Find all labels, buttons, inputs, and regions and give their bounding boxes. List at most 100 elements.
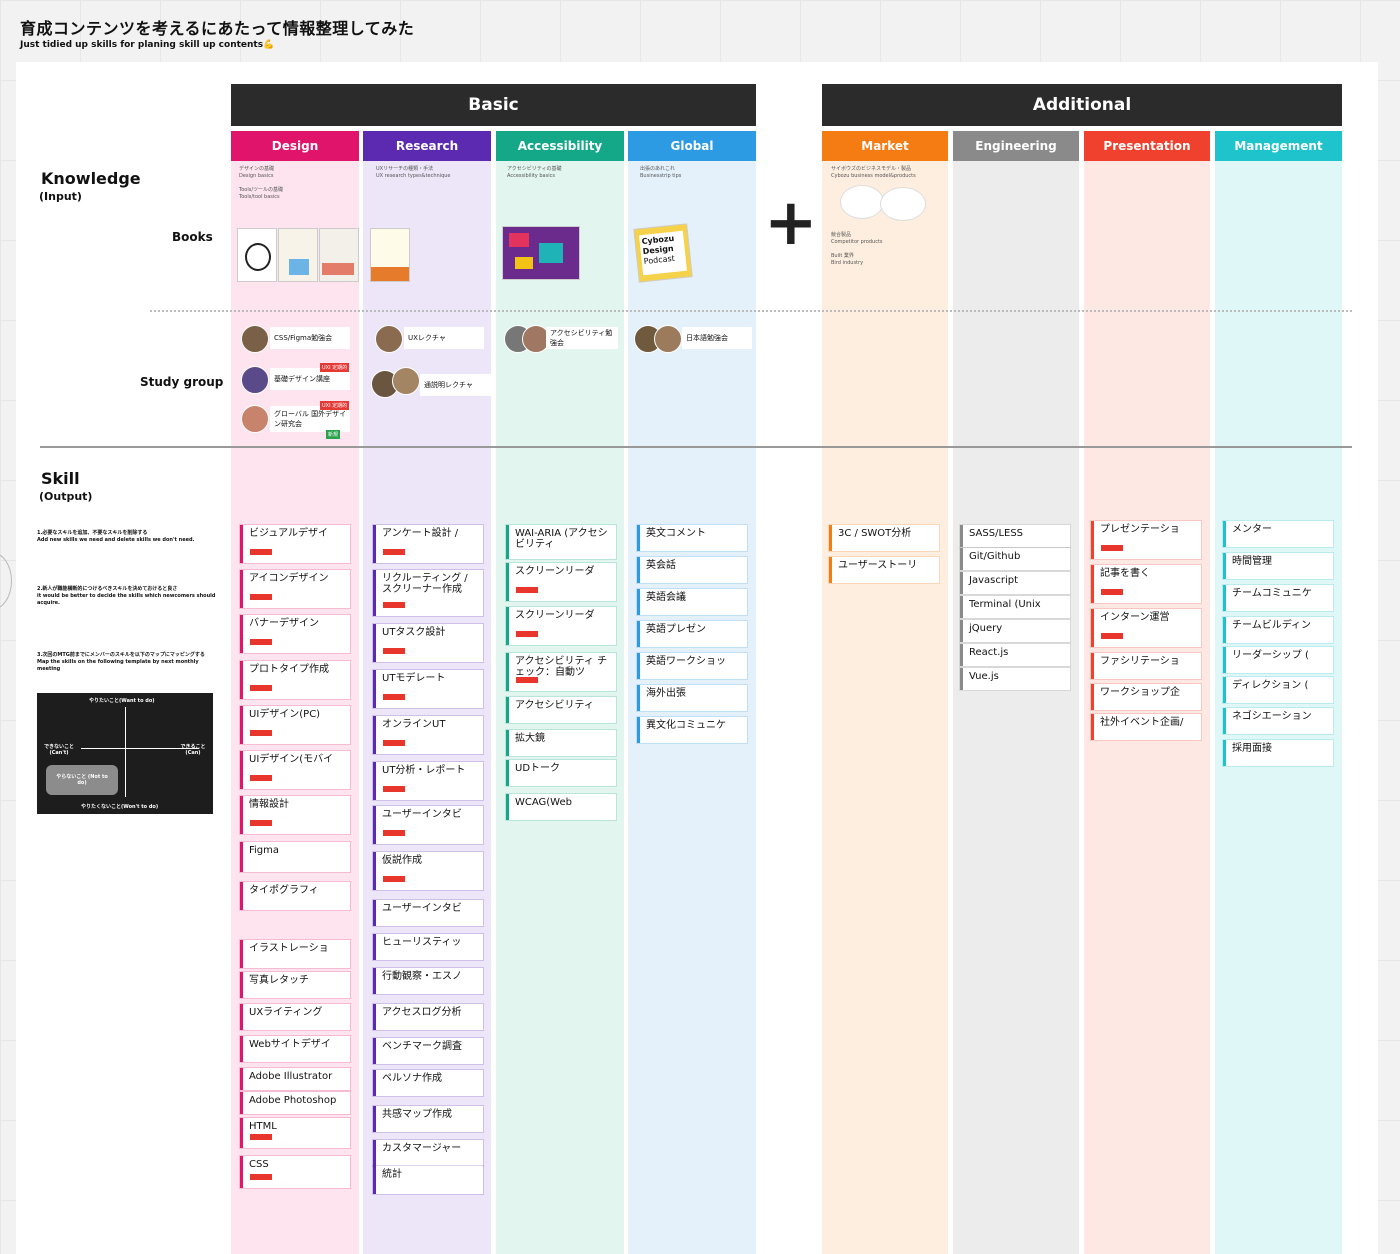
skill-card-management[interactable]: リーダーシップ ( — [1223, 647, 1333, 673]
skill-card-global[interactable]: 英文コメント — [637, 525, 747, 551]
skill-card-accessibility[interactable]: UDトーク — [506, 760, 616, 786]
skill-card-presentation[interactable]: ワークショップ企 — [1091, 684, 1201, 710]
skill-card-engineering[interactable]: React.js — [960, 644, 1070, 666]
skill-card-research[interactable]: アクセスログ分析 — [373, 1004, 483, 1030]
skill-card-design[interactable]: プロトタイプ作成 — [240, 661, 350, 699]
skill-card-global[interactable]: 異文化コミュニケ — [637, 717, 747, 743]
skill-card-management[interactable]: メンター — [1223, 521, 1333, 547]
skill-card-research[interactable]: 行動観察・エスノ — [373, 968, 483, 994]
skill-card-global[interactable]: 英語プレゼン — [637, 621, 747, 647]
skill-card-design[interactable]: HTML — [240, 1118, 350, 1148]
skill-card-design[interactable]: バナーデザイン — [240, 615, 350, 653]
column-header-management[interactable]: Management — [1215, 131, 1342, 161]
book-cover[interactable] — [237, 228, 277, 282]
skill-card-accessibility[interactable]: 拡大鏡 — [506, 730, 616, 756]
skill-card-design[interactable]: Adobe Photoshop — [240, 1092, 350, 1114]
skill-matrix-template[interactable]: やりたいこと(Want to do) やりたくないこと(Won't to do)… — [37, 693, 213, 814]
skill-card-accessibility[interactable]: WCAG(Web — [506, 794, 616, 820]
skill-card-label: アクセシビリティ — [515, 700, 594, 711]
column-header-presentation[interactable]: Presentation — [1084, 131, 1210, 161]
skill-card-management[interactable]: 時間管理 — [1223, 553, 1333, 579]
skill-card-research[interactable]: ユーザーインタビ — [373, 806, 483, 844]
skill-card-research[interactable]: ユーザーインタビ — [373, 900, 483, 926]
skill-card-accessibility[interactable]: スクリーンリーダ — [506, 607, 616, 645]
skill-card-research[interactable]: UTモデレート — [373, 670, 483, 708]
skill-card-market[interactable]: 3C / SWOT分析 — [829, 525, 939, 551]
skill-card-design[interactable]: ビジュアルデザイ — [240, 525, 350, 563]
skill-card-accessibility[interactable]: アクセシビリティ — [506, 697, 616, 723]
skill-card-presentation[interactable]: インターン運営 — [1091, 609, 1201, 647]
group-header-basic[interactable]: Basic — [231, 84, 756, 126]
skill-card-research[interactable]: アンケート設計 / — [373, 525, 483, 563]
study-card[interactable]: CSS/Figma勉強会 — [270, 327, 350, 349]
skill-card-engineering[interactable]: Javascript — [960, 572, 1070, 594]
skill-card-design[interactable]: UIデザイン(モバイ — [240, 751, 350, 789]
column-header-global[interactable]: Global — [628, 131, 756, 161]
skill-card-research[interactable]: UT分析・レポート — [373, 762, 483, 800]
skill-card-global[interactable]: 英語会議 — [637, 589, 747, 615]
skill-card-global[interactable]: 英会話 — [637, 557, 747, 583]
skill-card-management[interactable]: チームビルディン — [1223, 617, 1333, 643]
skill-card-research[interactable]: カスタマージャー — [373, 1140, 483, 1166]
skill-card-design[interactable]: 写真レタッチ — [240, 972, 350, 998]
skill-card-presentation[interactable]: ファシリテーショ — [1091, 653, 1201, 679]
skill-card-management[interactable]: ディレクション ( — [1223, 677, 1333, 703]
skill-card-presentation[interactable]: 記事を書く — [1091, 565, 1201, 603]
skill-card-design[interactable]: CSS — [240, 1156, 350, 1188]
study-card[interactable]: UXレクチャ — [404, 327, 484, 349]
skill-card-design[interactable]: Webサイトデザイ — [240, 1036, 350, 1062]
skill-card-design[interactable]: Adobe Illustrator — [240, 1068, 350, 1090]
skill-card-accessibility[interactable]: WAI-ARIA (アクセシビリティ — [506, 525, 616, 559]
column-header-research[interactable]: Research — [363, 131, 491, 161]
book-cover[interactable]: Cybozu Design Podcast — [633, 223, 693, 283]
book-cover[interactable] — [502, 226, 580, 280]
group-header-additional[interactable]: Additional — [822, 84, 1342, 126]
skill-card-design[interactable]: UIデザイン(PC) — [240, 706, 350, 744]
skill-card-management[interactable]: チームコミュニケ — [1223, 585, 1333, 611]
skill-card-research[interactable]: リクルーティング / スクリーナー作成 — [373, 570, 483, 616]
skill-card-research[interactable]: ベンチマーク調査 — [373, 1038, 483, 1064]
skill-card-design[interactable]: イラストレーショ — [240, 940, 350, 968]
skill-card-global[interactable]: 英語ワークショッ — [637, 653, 747, 679]
skill-card-label: 英会話 — [646, 560, 676, 571]
priority-bar — [250, 730, 272, 736]
book-cover[interactable] — [370, 228, 410, 282]
skill-card-research[interactable]: ヒューリスティッ — [373, 934, 483, 960]
skill-card-engineering[interactable]: SASS/LESS — [960, 525, 1070, 547]
skill-card-research[interactable]: UTタスク設計 — [373, 624, 483, 662]
skill-card-market[interactable]: ユーザーストーリ — [829, 557, 939, 583]
skill-card-research[interactable]: 統計 — [373, 1166, 483, 1194]
study-card[interactable]: 日本語勉強会 — [682, 327, 752, 349]
skill-card-global[interactable]: 海外出張 — [637, 685, 747, 711]
skill-card-design[interactable]: Figma — [240, 842, 350, 872]
skill-card-research[interactable]: 共感マップ作成 — [373, 1106, 483, 1132]
skill-card-design[interactable]: タイポグラフィ — [240, 882, 350, 910]
skill-card-engineering[interactable]: jQuery — [960, 620, 1070, 642]
column-header-engineering[interactable]: Engineering — [953, 131, 1079, 161]
skill-card-engineering[interactable]: Vue.js — [960, 668, 1070, 690]
skill-card-research[interactable]: ペルソナ作成 — [373, 1070, 483, 1096]
skill-card-design[interactable]: UXライティング — [240, 1004, 350, 1030]
skill-card-presentation[interactable]: プレゼンテーショ — [1091, 521, 1201, 559]
priority-bar — [383, 740, 405, 746]
study-card[interactable]: 通説明レクチャ — [420, 374, 492, 396]
book-cover[interactable] — [319, 228, 359, 282]
skill-card-research[interactable]: オンラインUT — [373, 716, 483, 754]
skill-card-accessibility[interactable]: アクセシビリティ チェック：自動ツ — [506, 653, 616, 691]
skill-card-engineering[interactable]: Git/Github — [960, 548, 1070, 570]
skill-card-management[interactable]: 採用面接 — [1223, 740, 1333, 766]
skill-card-management[interactable]: ネゴシエーション — [1223, 708, 1333, 734]
column-header-market[interactable]: Market — [822, 131, 948, 161]
study-card[interactable]: アクセシビリティ勉強会 — [546, 327, 618, 349]
skill-card-research[interactable]: 仮説作成 — [373, 852, 483, 890]
column-header-accessibility[interactable]: Accessibility — [496, 131, 624, 161]
skill-card-design[interactable]: 情報設計 — [240, 796, 350, 834]
skill-card-engineering[interactable]: Terminal (Unix — [960, 596, 1070, 618]
market-bubble-2 — [880, 187, 926, 221]
column-header-design[interactable]: Design — [231, 131, 359, 161]
skill-card-design[interactable]: アイコンデザイン — [240, 570, 350, 608]
skill-card-label: ユーザーインタビ — [382, 809, 462, 820]
skill-card-accessibility[interactable]: スクリーンリーダ — [506, 563, 616, 601]
book-cover[interactable] — [278, 228, 318, 282]
skill-card-presentation[interactable]: 社外イベント企画/ — [1091, 714, 1201, 740]
